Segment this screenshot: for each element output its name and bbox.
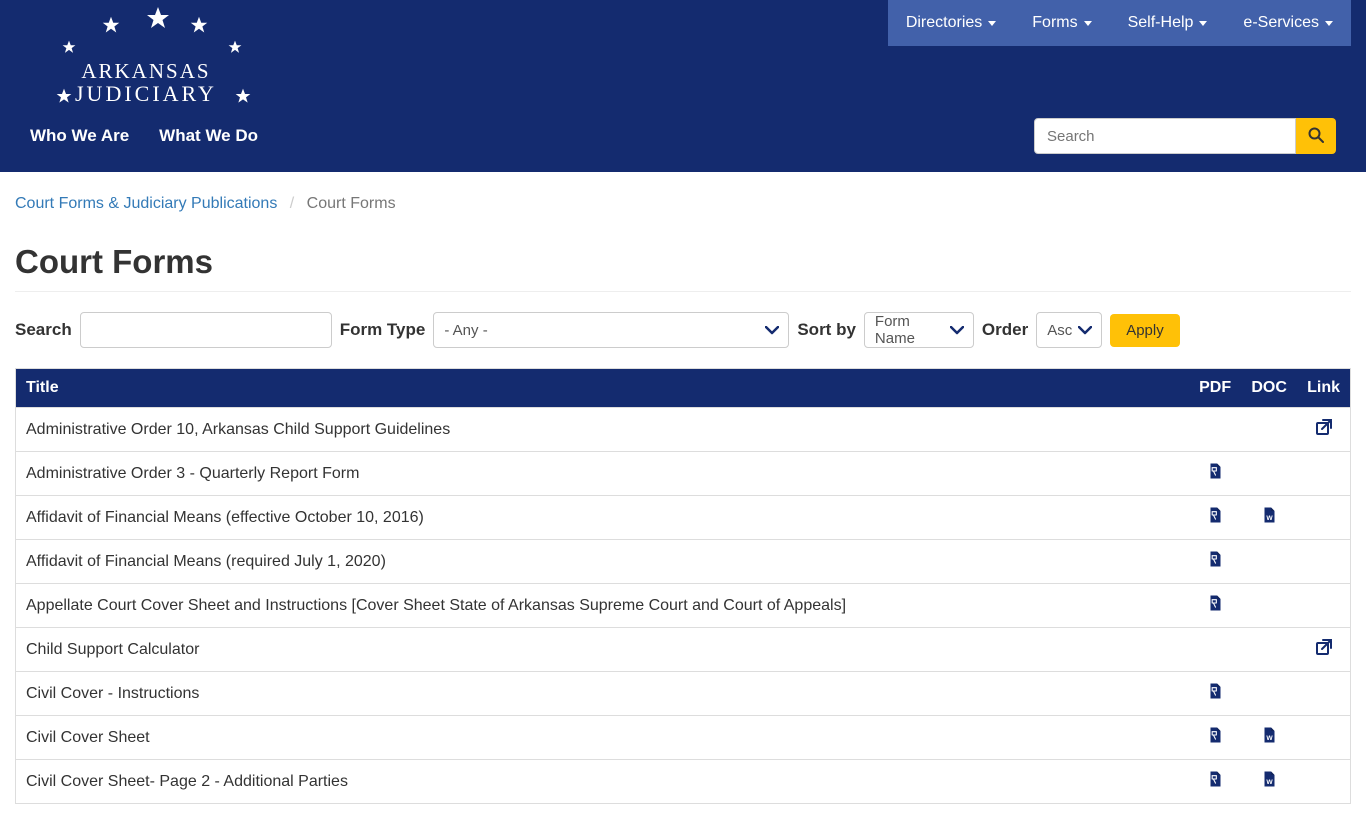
col-pdf: PDF bbox=[1189, 369, 1241, 408]
row-doc-cell bbox=[1241, 584, 1297, 628]
row-pdf-cell bbox=[1189, 716, 1241, 760]
pdf-file-icon[interactable] bbox=[1208, 506, 1223, 524]
site-header: ARKANSAS JUDICIARY Directories Forms Sel… bbox=[0, 0, 1366, 172]
table-row: Civil Cover - Instructions bbox=[16, 672, 1351, 716]
col-title[interactable]: Title bbox=[16, 369, 1190, 408]
row-link-cell bbox=[1297, 452, 1350, 496]
doc-file-icon[interactable] bbox=[1262, 506, 1277, 524]
row-title: Civil Cover - Instructions bbox=[16, 672, 1190, 716]
row-title: Appellate Court Cover Sheet and Instruct… bbox=[16, 584, 1190, 628]
breadcrumb: Court Forms & Judiciary Publications / C… bbox=[15, 187, 1351, 228]
table-row: Civil Cover Sheet bbox=[16, 716, 1351, 760]
row-title: Affidavit of Financial Means (required J… bbox=[16, 540, 1190, 584]
mainnav-what-we-do[interactable]: What We Do bbox=[159, 126, 258, 146]
topnav-directories[interactable]: Directories bbox=[888, 0, 1014, 46]
caret-down-icon bbox=[1325, 21, 1333, 26]
logo[interactable]: ARKANSAS JUDICIARY bbox=[15, 0, 255, 110]
search-input[interactable] bbox=[1034, 118, 1296, 154]
row-pdf-cell bbox=[1189, 628, 1241, 672]
filter-search-label: Search bbox=[15, 320, 72, 340]
row-doc-cell bbox=[1241, 672, 1297, 716]
filter-sortby-select[interactable]: Form Name bbox=[864, 312, 974, 348]
row-link-cell bbox=[1297, 496, 1350, 540]
row-title: Civil Cover Sheet bbox=[16, 716, 1190, 760]
row-pdf-cell bbox=[1189, 408, 1241, 452]
search-button[interactable] bbox=[1296, 118, 1336, 154]
col-link: Link bbox=[1297, 369, 1350, 408]
pdf-file-icon[interactable] bbox=[1208, 594, 1223, 612]
row-link-cell bbox=[1297, 672, 1350, 716]
row-title: Administrative Order 10, Arkansas Child … bbox=[16, 408, 1190, 452]
topnav-self-help[interactable]: Self-Help bbox=[1110, 0, 1226, 46]
external-link-icon[interactable] bbox=[1315, 418, 1333, 436]
search-icon bbox=[1308, 127, 1324, 146]
row-doc-cell bbox=[1241, 452, 1297, 496]
row-pdf-cell bbox=[1189, 672, 1241, 716]
row-doc-cell bbox=[1241, 716, 1297, 760]
logo-text-line1: ARKANSAS bbox=[75, 60, 217, 82]
row-title: Child Support Calculator bbox=[16, 628, 1190, 672]
filter-order-select[interactable]: Asc bbox=[1036, 312, 1102, 348]
external-link-icon[interactable] bbox=[1315, 638, 1333, 656]
site-search bbox=[1034, 118, 1336, 154]
row-doc-cell bbox=[1241, 496, 1297, 540]
row-link-cell bbox=[1297, 408, 1350, 452]
table-row: Affidavit of Financial Means (effective … bbox=[16, 496, 1351, 540]
row-link-cell bbox=[1297, 760, 1350, 804]
filter-order-label: Order bbox=[982, 320, 1028, 340]
filter-formtype-label: Form Type bbox=[340, 320, 426, 340]
doc-file-icon[interactable] bbox=[1262, 726, 1277, 744]
mainnav-who-we-are[interactable]: Who We Are bbox=[30, 126, 129, 146]
row-pdf-cell bbox=[1189, 760, 1241, 804]
row-pdf-cell bbox=[1189, 584, 1241, 628]
row-doc-cell bbox=[1241, 628, 1297, 672]
breadcrumb-parent[interactable]: Court Forms & Judiciary Publications bbox=[15, 195, 277, 212]
top-nav: Directories Forms Self-Help e-Services bbox=[888, 0, 1351, 46]
doc-file-icon[interactable] bbox=[1262, 770, 1277, 788]
page-content: Court Forms & Judiciary Publications / C… bbox=[0, 172, 1366, 834]
table-row: Civil Cover Sheet- Page 2 - Additional P… bbox=[16, 760, 1351, 804]
page-title: Court Forms bbox=[15, 243, 1351, 281]
table-row: Administrative Order 10, Arkansas Child … bbox=[16, 408, 1351, 452]
topnav-e-services[interactable]: e-Services bbox=[1225, 0, 1351, 46]
pdf-file-icon[interactable] bbox=[1208, 682, 1223, 700]
row-doc-cell bbox=[1241, 540, 1297, 584]
row-doc-cell bbox=[1241, 760, 1297, 804]
col-doc: DOC bbox=[1241, 369, 1297, 408]
row-link-cell bbox=[1297, 584, 1350, 628]
forms-table: Title PDF DOC Link Administrative Order … bbox=[15, 368, 1351, 804]
caret-down-icon bbox=[988, 21, 996, 26]
row-pdf-cell bbox=[1189, 452, 1241, 496]
table-row: Administrative Order 3 - Quarterly Repor… bbox=[16, 452, 1351, 496]
apply-button[interactable]: Apply bbox=[1110, 314, 1180, 347]
row-link-cell bbox=[1297, 540, 1350, 584]
row-title: Civil Cover Sheet- Page 2 - Additional P… bbox=[16, 760, 1190, 804]
row-title: Administrative Order 3 - Quarterly Repor… bbox=[16, 452, 1190, 496]
pdf-file-icon[interactable] bbox=[1208, 462, 1223, 480]
row-pdf-cell bbox=[1189, 496, 1241, 540]
row-pdf-cell bbox=[1189, 540, 1241, 584]
breadcrumb-current: Court Forms bbox=[307, 195, 396, 212]
filter-search-input[interactable] bbox=[80, 312, 332, 348]
filter-sortby-label: Sort by bbox=[797, 320, 856, 340]
row-doc-cell bbox=[1241, 408, 1297, 452]
filter-formtype-select[interactable]: - Any - bbox=[433, 312, 789, 348]
main-nav: Who We Are What We Do bbox=[30, 126, 258, 146]
row-title: Affidavit of Financial Means (effective … bbox=[16, 496, 1190, 540]
row-link-cell bbox=[1297, 628, 1350, 672]
pdf-file-icon[interactable] bbox=[1208, 726, 1223, 744]
table-row: Appellate Court Cover Sheet and Instruct… bbox=[16, 584, 1351, 628]
filter-bar: Search Form Type - Any - Sort by Form Na… bbox=[15, 312, 1351, 348]
caret-down-icon bbox=[1199, 21, 1207, 26]
logo-text-line2: JUDICIARY bbox=[75, 82, 217, 105]
table-row: Affidavit of Financial Means (required J… bbox=[16, 540, 1351, 584]
pdf-file-icon[interactable] bbox=[1208, 770, 1223, 788]
pdf-file-icon[interactable] bbox=[1208, 550, 1223, 568]
topnav-forms[interactable]: Forms bbox=[1014, 0, 1109, 46]
row-link-cell bbox=[1297, 716, 1350, 760]
table-row: Child Support Calculator bbox=[16, 628, 1351, 672]
caret-down-icon bbox=[1084, 21, 1092, 26]
